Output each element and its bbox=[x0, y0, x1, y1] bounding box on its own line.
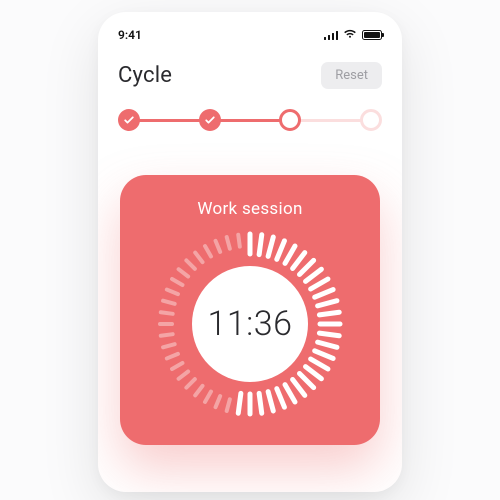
status-indicators bbox=[324, 28, 383, 42]
check-icon bbox=[204, 114, 216, 126]
timer-value: 11:36 bbox=[207, 304, 292, 344]
stepper-segment bbox=[290, 119, 371, 122]
session-label: Work session bbox=[197, 199, 302, 219]
timer-face: 11:36 bbox=[192, 266, 308, 382]
reset-button[interactable]: Reset bbox=[321, 62, 382, 89]
wifi-icon bbox=[343, 28, 357, 42]
cellular-signal-icon bbox=[324, 30, 339, 40]
stepper-segment bbox=[129, 119, 210, 122]
stepper-node-1[interactable] bbox=[118, 109, 140, 131]
page-title: Cycle bbox=[118, 63, 172, 88]
timer-dial[interactable]: 11:36 bbox=[157, 231, 343, 417]
stepper-segment bbox=[210, 119, 291, 122]
status-time: 9:41 bbox=[118, 28, 142, 42]
header: Cycle Reset bbox=[118, 62, 382, 89]
stepper-node-2[interactable] bbox=[199, 109, 221, 131]
phone-frame: 9:41 Cycle Reset Work session bbox=[98, 12, 402, 492]
session-card: Work session 11:36 bbox=[120, 175, 380, 445]
check-icon bbox=[123, 114, 135, 126]
cycle-stepper bbox=[118, 109, 382, 131]
stepper-node-4[interactable] bbox=[360, 109, 382, 131]
status-bar: 9:41 bbox=[118, 26, 382, 44]
stepper-node-3[interactable] bbox=[279, 109, 301, 131]
battery-icon bbox=[362, 30, 382, 40]
